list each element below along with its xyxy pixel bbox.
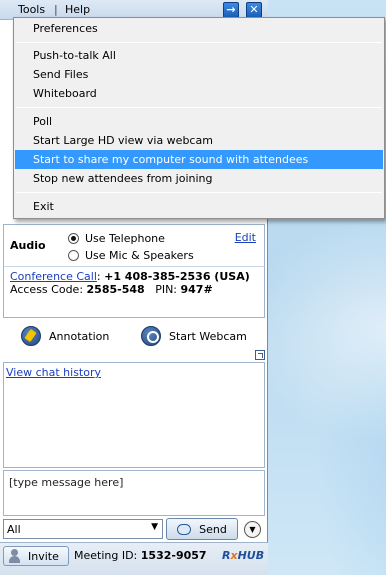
- menu-item-send-files[interactable]: Send Files: [15, 65, 383, 84]
- chat-input-placeholder: [type message here]: [9, 476, 124, 489]
- chat-history-panel: View chat history: [3, 362, 265, 468]
- pin-value: 947#: [180, 283, 213, 296]
- radio-telephone-label[interactable]: Use Telephone: [85, 232, 165, 245]
- rhub-logo: RxHUB: [222, 549, 265, 562]
- menu-item-exit[interactable]: Exit: [15, 197, 383, 216]
- conference-call-line: Conference Call: +1 408-385-2536 (USA): [10, 270, 250, 283]
- access-code-label: Access Code:: [10, 283, 84, 296]
- invite-button[interactable]: Invite: [3, 546, 69, 566]
- tools-row: Annotation Start Webcam: [3, 322, 265, 350]
- menu-item-stop-new-attendees[interactable]: Stop new attendees from joining: [15, 169, 383, 188]
- menu-divider: [16, 107, 382, 108]
- menu-separator: |: [54, 3, 58, 16]
- radio-telephone-icon[interactable]: [68, 232, 79, 244]
- menu-help[interactable]: Help: [65, 3, 90, 16]
- radio-mic-speakers[interactable]: Use Mic & Speakers: [68, 248, 194, 262]
- menu-item-poll[interactable]: Poll: [15, 112, 383, 131]
- radio-mic-icon[interactable]: [68, 249, 79, 261]
- menu-item-push-to-talk-all[interactable]: Push-to-talk All: [15, 46, 383, 65]
- view-chat-history-link[interactable]: View chat history: [6, 366, 101, 379]
- meeting-id-value: 1532-9057: [140, 549, 207, 562]
- radio-telephone[interactable]: Use Telephone: [68, 231, 165, 245]
- arrow-icon[interactable]: →: [223, 2, 239, 18]
- menu-divider: [16, 42, 382, 43]
- annotation-button[interactable]: Annotation: [21, 326, 109, 346]
- conference-call-link[interactable]: Conference Call: [10, 270, 97, 283]
- popout-icon[interactable]: [255, 350, 265, 360]
- annotation-label[interactable]: Annotation: [49, 330, 109, 343]
- menu-item-share-computer-sound[interactable]: Start to share my computer sound with at…: [15, 150, 383, 169]
- invite-label: Invite: [28, 549, 59, 563]
- add-person-icon: [8, 549, 22, 563]
- menu-tools[interactable]: Tools: [18, 3, 45, 16]
- audio-edit-link[interactable]: Edit: [235, 231, 256, 244]
- start-webcam-label[interactable]: Start Webcam: [169, 330, 247, 343]
- conference-phone: +1 408-385-2536 (USA): [104, 270, 250, 283]
- start-webcam-button[interactable]: Start Webcam: [141, 326, 247, 346]
- more-options-icon[interactable]: ▼: [244, 521, 261, 538]
- access-code-value: 2585-548: [86, 283, 145, 296]
- chat-message-input[interactable]: [type message here]: [3, 470, 265, 516]
- chevron-down-icon[interactable]: ▼: [151, 522, 158, 532]
- conference-colon: :: [96, 270, 101, 283]
- annotation-icon[interactable]: [21, 326, 41, 346]
- chat-bubble-icon: [177, 523, 192, 535]
- meeting-id-label: Meeting ID:: [74, 549, 138, 562]
- menu-item-preferences[interactable]: Preferences: [15, 19, 383, 38]
- recipient-select[interactable]: All ▼: [3, 519, 163, 539]
- send-button[interactable]: Send: [166, 518, 238, 540]
- meeting-id: Meeting ID: 1532-9057: [74, 549, 207, 562]
- access-code-line: Access Code: 2585-548 PIN: 947#: [10, 283, 213, 296]
- pin-label: PIN:: [155, 283, 177, 296]
- send-label: Send: [199, 522, 227, 536]
- tools-menu: Preferences Push-to-talk All Send Files …: [13, 17, 385, 219]
- footer-bar: Invite Meeting ID: 1532-9057 RxHUB: [0, 542, 268, 575]
- recipient-value: All: [7, 523, 21, 536]
- menu-item-whiteboard[interactable]: Whiteboard: [15, 84, 383, 103]
- close-icon[interactable]: ✕: [246, 2, 262, 18]
- menu-divider: [16, 192, 382, 193]
- audio-panel: Audio Use Telephone Use Mic & Speakers E…: [3, 224, 265, 268]
- menu-item-large-hd-view[interactable]: Start Large HD view via webcam: [15, 131, 383, 150]
- radio-mic-label[interactable]: Use Mic & Speakers: [85, 249, 194, 262]
- conference-panel: Conference Call: +1 408-385-2536 (USA) A…: [3, 266, 265, 318]
- webcam-icon[interactable]: [141, 326, 161, 346]
- audio-label: Audio: [10, 239, 46, 252]
